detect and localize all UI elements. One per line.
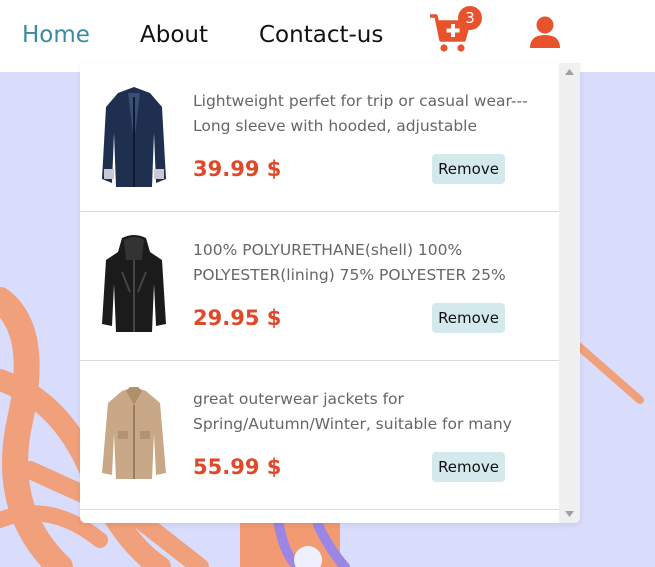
cart-count-badge: 3	[458, 6, 482, 30]
cart-item-description: 100% POLYURETHANE(shell) 100% POLYESTER(…	[193, 241, 506, 284]
navy-jacket-image	[102, 87, 166, 187]
cart-items-list: Lightweight perfet for trip or casual we…	[80, 63, 559, 523]
cart-item-price: 39.99 $	[193, 157, 282, 181]
cart-item: great outerwear jackets for Spring/Autum…	[80, 361, 559, 510]
triangle-up-icon	[565, 69, 574, 75]
user-account-button[interactable]	[528, 16, 562, 50]
remove-item-button[interactable]: Remove	[432, 154, 505, 184]
nav-link-contact[interactable]: Contact-us	[259, 20, 383, 50]
scroll-up-arrow[interactable]	[559, 63, 580, 81]
cart-item-price: 29.95 $	[193, 306, 282, 330]
cart-item: 100% POLYURETHANE(shell) 100% POLYESTER(…	[80, 212, 559, 361]
dropdown-scrollbar[interactable]	[559, 63, 580, 523]
scroll-down-arrow[interactable]	[559, 505, 580, 523]
user-icon	[530, 16, 560, 48]
cart-dropdown: Lightweight perfet for trip or casual we…	[80, 63, 580, 523]
nav-link-about[interactable]: About	[140, 20, 208, 50]
remove-item-button[interactable]: Remove	[432, 452, 505, 482]
cart-button[interactable]: 3	[428, 6, 482, 54]
remove-item-button[interactable]: Remove	[432, 303, 505, 333]
cart-item-price: 55.99 $	[193, 455, 282, 479]
navbar: Home About Contact-us 3	[0, 0, 655, 72]
cart-item-description: great outerwear jackets for Spring/Autum…	[193, 390, 512, 433]
khaki-jacket-image	[102, 387, 166, 479]
cart-item-description: Lightweight perfet for trip or casual we…	[193, 92, 528, 135]
black-leather-jacket-image	[102, 235, 166, 332]
nav-link-home[interactable]: Home	[22, 20, 90, 50]
triangle-down-icon	[565, 511, 574, 517]
cart-item: Lightweight perfet for trip or casual we…	[80, 63, 559, 212]
scroll-thumb[interactable]	[562, 83, 577, 503]
